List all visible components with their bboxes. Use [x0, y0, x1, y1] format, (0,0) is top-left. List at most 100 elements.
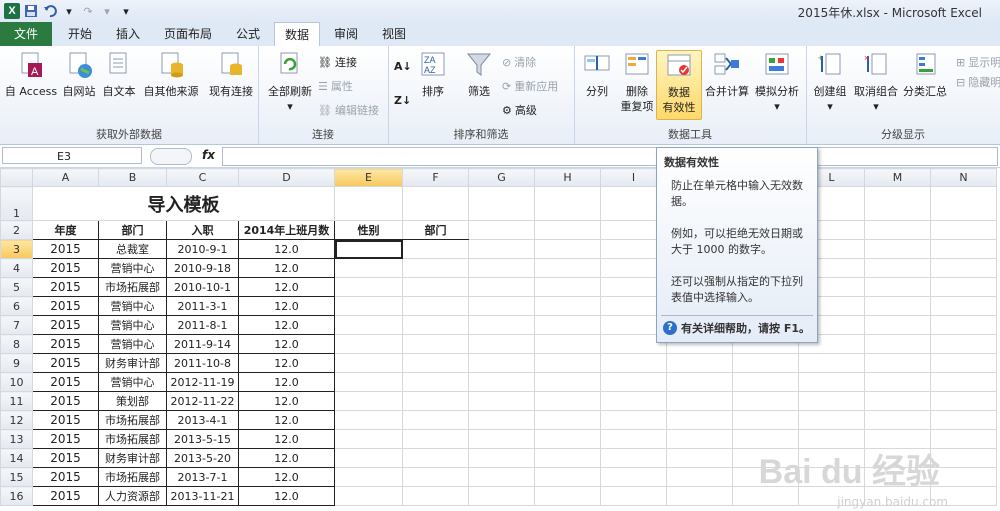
- cell[interactable]: [534, 258, 601, 278]
- cell[interactable]: [334, 258, 403, 278]
- cell[interactable]: [534, 277, 601, 297]
- filter-button[interactable]: 筛选: [462, 50, 496, 98]
- row-header[interactable]: 4: [0, 258, 33, 278]
- cell[interactable]: [402, 467, 469, 487]
- cell[interactable]: [468, 277, 535, 297]
- show-detail-button[interactable]: ⊞ 显示明: [956, 54, 1000, 70]
- cell-months[interactable]: 12.0: [238, 315, 335, 335]
- tab-file[interactable]: 文件: [0, 22, 52, 46]
- cell[interactable]: [732, 353, 799, 373]
- cell-join-date[interactable]: 2011-10-8: [166, 353, 239, 373]
- name-box[interactable]: E3: [2, 147, 142, 164]
- group-button[interactable]: + 创建组 ▾: [810, 50, 850, 113]
- cell[interactable]: [334, 429, 403, 449]
- row-header[interactable]: 14: [0, 448, 33, 468]
- row-header[interactable]: 6: [0, 296, 33, 316]
- from-web-button[interactable]: 自网站: [60, 50, 98, 98]
- cell-months[interactable]: 12.0: [238, 334, 335, 354]
- cell[interactable]: [402, 448, 469, 468]
- cell[interactable]: [402, 372, 469, 392]
- cell[interactable]: [666, 410, 733, 430]
- sort-button[interactable]: ZA AZ 排序: [418, 50, 448, 98]
- cell[interactable]: [468, 410, 535, 430]
- cell[interactable]: [930, 372, 997, 392]
- cell[interactable]: [864, 186, 931, 221]
- text-to-columns-button[interactable]: 分列: [578, 50, 616, 98]
- sheet-title[interactable]: 导入模板: [32, 186, 335, 221]
- cell[interactable]: [864, 220, 931, 240]
- properties-button[interactable]: ☰ 属性: [318, 78, 353, 94]
- cell[interactable]: [468, 448, 535, 468]
- cell-year[interactable]: 2015: [32, 429, 99, 449]
- cell[interactable]: [534, 315, 601, 335]
- cell[interactable]: [402, 186, 469, 221]
- edit-links-button[interactable]: ⛓ 编辑链接: [318, 102, 379, 118]
- cell[interactable]: [534, 372, 601, 392]
- cell[interactable]: [402, 334, 469, 354]
- cell[interactable]: [468, 258, 535, 278]
- cell-dept[interactable]: 市场拓展部: [98, 410, 167, 430]
- column-header[interactable]: A: [32, 168, 99, 187]
- cell[interactable]: [534, 486, 601, 506]
- column-header[interactable]: M: [864, 168, 931, 187]
- cell[interactable]: [402, 239, 469, 259]
- cell-year[interactable]: 2015: [32, 353, 99, 373]
- cell[interactable]: [334, 448, 403, 468]
- header-cell-year[interactable]: 年度: [32, 220, 99, 240]
- tab-review[interactable]: 审阅: [326, 22, 366, 46]
- cell[interactable]: [930, 353, 997, 373]
- cell-year[interactable]: 2015: [32, 391, 99, 411]
- cell-months[interactable]: 12.0: [238, 353, 335, 373]
- row-header[interactable]: 7: [0, 315, 33, 335]
- cell[interactable]: [930, 220, 997, 240]
- cell-dept[interactable]: 营销中心: [98, 334, 167, 354]
- cell[interactable]: [534, 448, 601, 468]
- cell-dept[interactable]: 营销中心: [98, 372, 167, 392]
- cell-join-date[interactable]: 2011-8-1: [166, 315, 239, 335]
- cell-year[interactable]: 2015: [32, 296, 99, 316]
- column-header[interactable]: C: [166, 168, 239, 187]
- cell-dept[interactable]: 营销中心: [98, 296, 167, 316]
- cell[interactable]: [666, 429, 733, 449]
- cell[interactable]: [334, 486, 403, 506]
- cell-dept[interactable]: 市场拓展部: [98, 467, 167, 487]
- cell[interactable]: [334, 391, 403, 411]
- cell[interactable]: [930, 391, 997, 411]
- cell[interactable]: [864, 296, 931, 316]
- cell[interactable]: [402, 410, 469, 430]
- cell-year[interactable]: 2015: [32, 239, 99, 259]
- cell[interactable]: [930, 186, 997, 221]
- row-header[interactable]: 3: [0, 239, 33, 259]
- cell[interactable]: [930, 315, 997, 335]
- from-access-button[interactable]: A 自 Access: [4, 50, 58, 98]
- cell[interactable]: [468, 334, 535, 354]
- cell-year[interactable]: 2015: [32, 277, 99, 297]
- cell-year[interactable]: 2015: [32, 334, 99, 354]
- cell[interactable]: [600, 353, 667, 373]
- subtotal-button[interactable]: 分类汇总: [902, 50, 948, 98]
- cell-join-date[interactable]: 2013-4-1: [166, 410, 239, 430]
- cell-months[interactable]: 12.0: [238, 277, 335, 297]
- customize-qat-icon[interactable]: ▾: [118, 3, 134, 19]
- cell[interactable]: [600, 410, 667, 430]
- cell[interactable]: [534, 353, 601, 373]
- column-header[interactable]: F: [402, 168, 469, 187]
- cell[interactable]: [798, 372, 865, 392]
- advanced-button[interactable]: ⚙ 高级: [502, 102, 537, 118]
- cell[interactable]: [600, 429, 667, 449]
- cell-dept[interactable]: 财务审计部: [98, 448, 167, 468]
- cell[interactable]: [864, 258, 931, 278]
- cell[interactable]: [666, 391, 733, 411]
- cell[interactable]: [666, 467, 733, 487]
- cell[interactable]: [334, 410, 403, 430]
- connections-button[interactable]: ⛓ 连接: [318, 54, 357, 70]
- cell[interactable]: [402, 258, 469, 278]
- cell[interactable]: [864, 239, 931, 259]
- header-cell-gender[interactable]: 性别: [334, 220, 403, 240]
- cell-dept[interactable]: 总裁室: [98, 239, 167, 259]
- cell[interactable]: [864, 277, 931, 297]
- clear-button[interactable]: ⊘ 清除: [502, 54, 536, 70]
- tab-data[interactable]: 数据: [274, 22, 320, 48]
- cell[interactable]: [534, 296, 601, 316]
- column-header[interactable]: E: [334, 168, 403, 187]
